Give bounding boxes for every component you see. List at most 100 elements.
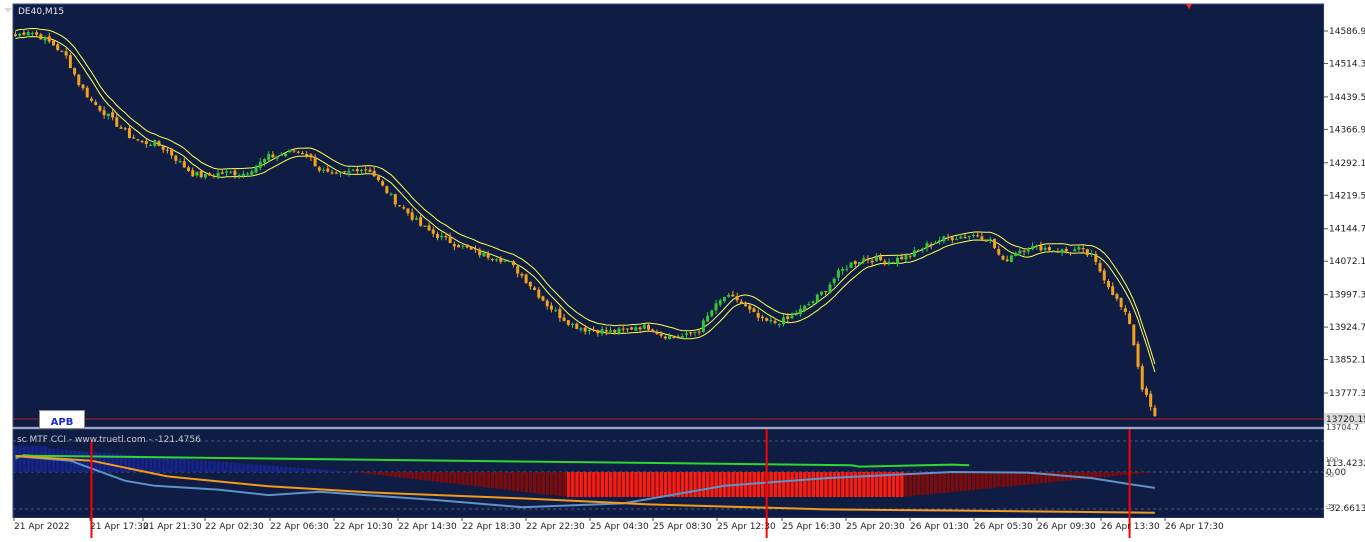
candle-body [221,172,224,174]
candle-body [968,236,971,237]
histogram-bar-darkred [478,472,481,487]
candle-body [352,170,355,171]
histogram-bar-darkred [563,472,566,497]
histogram-bar-darkred [1111,472,1114,476]
candle-body [693,332,696,333]
candle-body [1141,366,1144,389]
histogram-bar-darkred [360,472,363,473]
chart-window[interactable]: 14586.9014514.3014439.5014366.9014292.10… [0,0,1365,538]
histogram-bar-blue [246,464,249,472]
candle-body [208,173,211,175]
candle-body [883,261,886,263]
candle-body [331,173,334,174]
histogram-bar-red [647,472,650,497]
time-tick-label: 26 Apr 01:30 [910,522,969,532]
histogram-bar-red [833,472,836,497]
histogram-bar-darkred [993,472,996,488]
histogram-bar-red [723,472,726,497]
candle [288,150,291,153]
candle-body [394,194,397,204]
histogram-bar-blue [153,457,156,472]
candle-body [930,244,933,245]
candle-body [474,249,477,250]
histogram-bar-red [850,472,853,497]
candle-body [309,154,312,157]
candle-body [512,261,515,265]
candle-body [795,314,798,315]
indicator-level-label: -10 [1325,503,1336,511]
histogram-bar-red [622,472,625,497]
histogram-bar-blue [263,465,266,472]
histogram-bar-darkred [419,472,422,480]
time-tick-label: 26 Apr 09:30 [1037,522,1096,532]
chart-svg[interactable]: 14586.9014514.3014439.5014366.9014292.10… [0,0,1365,538]
histogram-bar-red [643,472,646,497]
candle-body [1061,249,1064,253]
candle-body [103,110,106,115]
candle-body [1035,245,1038,246]
histogram-bar-darkred [1124,472,1127,475]
candle-body [1149,394,1152,407]
candle-body [706,316,709,322]
histogram-bar-darkred [1018,472,1021,485]
candle [1010,255,1013,263]
candle [470,246,473,250]
candle-body [90,99,93,101]
histogram-bar-darkred [508,472,511,490]
time-tick-label: 22 Apr 02:30 [205,522,264,532]
histogram-bar-red [588,472,591,497]
candle-body [1086,249,1089,255]
histogram-bar-red [828,472,831,497]
histogram-bar-darkred [457,472,460,484]
histogram-bar-red [575,472,578,497]
histogram-bar-blue [200,460,203,472]
histogram-bar-blue [187,459,190,472]
apb-button[interactable]: APB [39,410,85,429]
histogram-bar-darkred [436,472,439,482]
candle-body [52,41,55,46]
candle-body [685,333,688,334]
candle-body [246,174,249,175]
candle-body [280,155,283,156]
histogram-bar-darkred [930,472,933,494]
candle-body [875,257,878,261]
candle-body [508,261,511,262]
candle-body [1082,248,1085,249]
histogram-bar-darkred [482,472,485,487]
candle-body [786,316,789,319]
histogram-bar-blue [82,451,85,472]
candle-body [27,32,30,35]
histogram-bar-red [816,472,819,497]
chart-title-dropdown-icon[interactable] [4,8,12,13]
candle-body [989,239,992,240]
candle-body [841,269,844,271]
histogram-bar-darkred [997,472,1000,487]
candle-body [14,34,17,36]
candle-body [335,173,338,174]
time-tick-label: 21 Apr 17:30 [90,522,149,532]
time-tick-label: 26 Apr 05:30 [974,522,1033,532]
histogram-bar-red [672,472,675,497]
candle-body [339,172,342,173]
candle-body [314,157,317,166]
histogram-bar-darkred [537,472,540,494]
candle-body [710,310,713,316]
histogram-bar-darkred [1001,472,1004,487]
candle-body [942,237,945,242]
candle-body [634,327,637,330]
histogram-bar-red [617,472,620,497]
candle-body [866,259,869,260]
histogram-bar-darkred [1120,472,1123,475]
candle-body [360,170,363,171]
candle [69,53,72,68]
candle [542,296,545,302]
candle-body [563,318,566,321]
histogram-bar-darkred [1137,472,1140,474]
histogram-bar-darkred [554,472,557,496]
candle-body [588,330,591,331]
candle-body [1124,308,1127,312]
histogram-bar-darkred [921,472,924,495]
histogram-bar-darkred [1077,472,1080,480]
candle-body [238,175,241,176]
histogram-bar-darkred [558,472,561,496]
